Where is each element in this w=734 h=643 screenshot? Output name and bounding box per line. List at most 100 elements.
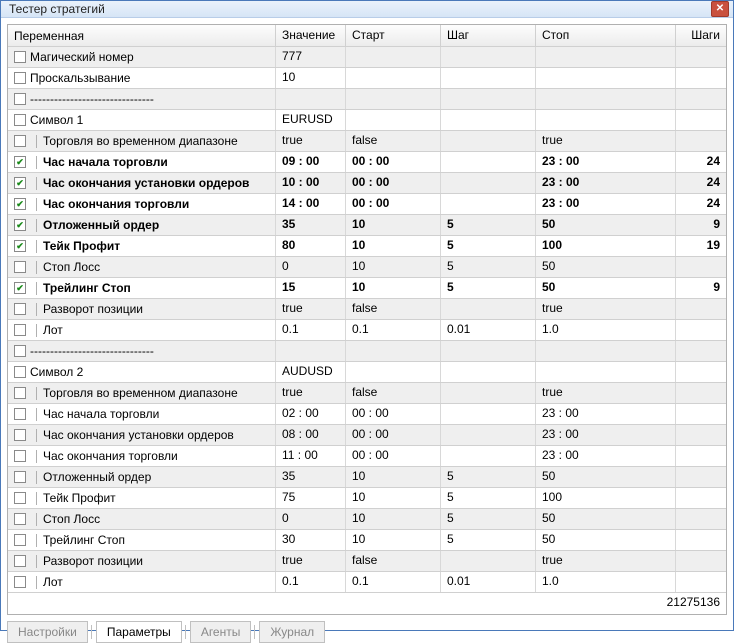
- stop-cell[interactable]: [536, 110, 676, 130]
- steps-cell[interactable]: 19: [676, 236, 726, 256]
- optimize-checkbox[interactable]: [14, 135, 26, 147]
- table-row[interactable]: Час начала торговли09 : 0000 : 0023 : 00…: [8, 152, 726, 173]
- table-row[interactable]: Трейлинг Стоп15105509: [8, 278, 726, 299]
- optimize-checkbox[interactable]: [14, 576, 26, 588]
- step-cell[interactable]: [441, 89, 536, 109]
- optimize-checkbox[interactable]: [14, 282, 26, 294]
- stop-cell[interactable]: 50: [536, 467, 676, 487]
- start-cell[interactable]: [346, 362, 441, 382]
- value-cell[interactable]: 10: [276, 68, 346, 88]
- value-cell[interactable]: 777: [276, 47, 346, 67]
- steps-cell[interactable]: 24: [676, 194, 726, 214]
- table-row[interactable]: Час начала торговли02 : 0000 : 0023 : 00: [8, 404, 726, 425]
- steps-cell[interactable]: [676, 488, 726, 508]
- stop-cell[interactable]: 50: [536, 257, 676, 277]
- value-cell[interactable]: true: [276, 299, 346, 319]
- step-cell[interactable]: 5: [441, 278, 536, 298]
- stop-cell[interactable]: [536, 341, 676, 361]
- table-row[interactable]: -------------------------------: [8, 89, 726, 110]
- value-cell[interactable]: 09 : 00: [276, 152, 346, 172]
- tab-параметры[interactable]: Параметры: [96, 621, 182, 643]
- steps-cell[interactable]: [676, 530, 726, 550]
- table-row[interactable]: Трейлинг Стоп3010550: [8, 530, 726, 551]
- optimize-checkbox[interactable]: [14, 198, 26, 210]
- start-cell[interactable]: 0.1: [346, 320, 441, 340]
- table-row[interactable]: Отложенный ордер3510550: [8, 467, 726, 488]
- col-header-steps[interactable]: Шаги: [676, 25, 726, 46]
- steps-cell[interactable]: [676, 446, 726, 466]
- step-cell[interactable]: [441, 299, 536, 319]
- stop-cell[interactable]: true: [536, 551, 676, 571]
- steps-cell[interactable]: [676, 131, 726, 151]
- steps-cell[interactable]: [676, 47, 726, 67]
- steps-cell[interactable]: [676, 68, 726, 88]
- step-cell[interactable]: 0.01: [441, 320, 536, 340]
- stop-cell[interactable]: [536, 362, 676, 382]
- col-header-start[interactable]: Старт: [346, 25, 441, 46]
- start-cell[interactable]: 00 : 00: [346, 425, 441, 445]
- stop-cell[interactable]: 23 : 00: [536, 152, 676, 172]
- start-cell[interactable]: 10: [346, 278, 441, 298]
- value-cell[interactable]: [276, 89, 346, 109]
- step-cell[interactable]: 5: [441, 257, 536, 277]
- value-cell[interactable]: 35: [276, 215, 346, 235]
- stop-cell[interactable]: [536, 89, 676, 109]
- step-cell[interactable]: [441, 194, 536, 214]
- step-cell[interactable]: [441, 362, 536, 382]
- start-cell[interactable]: 10: [346, 467, 441, 487]
- optimize-checkbox[interactable]: [14, 261, 26, 273]
- value-cell[interactable]: 15: [276, 278, 346, 298]
- col-header-stop[interactable]: Стоп: [536, 25, 676, 46]
- value-cell[interactable]: true: [276, 131, 346, 151]
- start-cell[interactable]: false: [346, 383, 441, 403]
- close-icon[interactable]: ✕: [711, 1, 729, 17]
- table-row[interactable]: Символ 2AUDUSD: [8, 362, 726, 383]
- table-row[interactable]: Стоп Лосс010550: [8, 509, 726, 530]
- step-cell[interactable]: [441, 47, 536, 67]
- step-cell[interactable]: 5: [441, 236, 536, 256]
- steps-cell[interactable]: 9: [676, 278, 726, 298]
- stop-cell[interactable]: [536, 47, 676, 67]
- table-row[interactable]: Разворот позицииtruefalsetrue: [8, 551, 726, 572]
- steps-cell[interactable]: [676, 110, 726, 130]
- value-cell[interactable]: 0: [276, 257, 346, 277]
- tab-агенты[interactable]: Агенты: [190, 621, 252, 643]
- optimize-checkbox[interactable]: [14, 387, 26, 399]
- step-cell[interactable]: [441, 425, 536, 445]
- tab-журнал[interactable]: Журнал: [259, 621, 325, 643]
- table-row[interactable]: Стоп Лосс010550: [8, 257, 726, 278]
- start-cell[interactable]: 00 : 00: [346, 152, 441, 172]
- value-cell[interactable]: 10 : 00: [276, 173, 346, 193]
- start-cell[interactable]: 00 : 00: [346, 404, 441, 424]
- stop-cell[interactable]: 1.0: [536, 320, 676, 340]
- stop-cell[interactable]: 1.0: [536, 572, 676, 592]
- step-cell[interactable]: [441, 341, 536, 361]
- table-row[interactable]: Лот0.10.10.011.0: [8, 320, 726, 341]
- stop-cell[interactable]: true: [536, 299, 676, 319]
- optimize-checkbox[interactable]: [14, 492, 26, 504]
- optimize-checkbox[interactable]: [14, 240, 26, 252]
- optimize-checkbox[interactable]: [14, 366, 26, 378]
- start-cell[interactable]: 00 : 00: [346, 194, 441, 214]
- table-row[interactable]: Тейк Профит75105100: [8, 488, 726, 509]
- step-cell[interactable]: [441, 68, 536, 88]
- steps-cell[interactable]: [676, 362, 726, 382]
- optimize-checkbox[interactable]: [14, 156, 26, 168]
- value-cell[interactable]: 14 : 00: [276, 194, 346, 214]
- value-cell[interactable]: 02 : 00: [276, 404, 346, 424]
- steps-cell[interactable]: [676, 509, 726, 529]
- start-cell[interactable]: [346, 341, 441, 361]
- optimize-checkbox[interactable]: [14, 450, 26, 462]
- col-header-variable[interactable]: Переменная: [8, 25, 276, 46]
- optimize-checkbox[interactable]: [14, 555, 26, 567]
- stop-cell[interactable]: [536, 68, 676, 88]
- titlebar[interactable]: Тестер стратегий ✕: [1, 1, 733, 18]
- value-cell[interactable]: 08 : 00: [276, 425, 346, 445]
- col-header-value[interactable]: Значение: [276, 25, 346, 46]
- steps-cell[interactable]: [676, 257, 726, 277]
- value-cell[interactable]: 30: [276, 530, 346, 550]
- start-cell[interactable]: false: [346, 551, 441, 571]
- steps-cell[interactable]: 9: [676, 215, 726, 235]
- optimize-checkbox[interactable]: [14, 513, 26, 525]
- steps-cell[interactable]: [676, 551, 726, 571]
